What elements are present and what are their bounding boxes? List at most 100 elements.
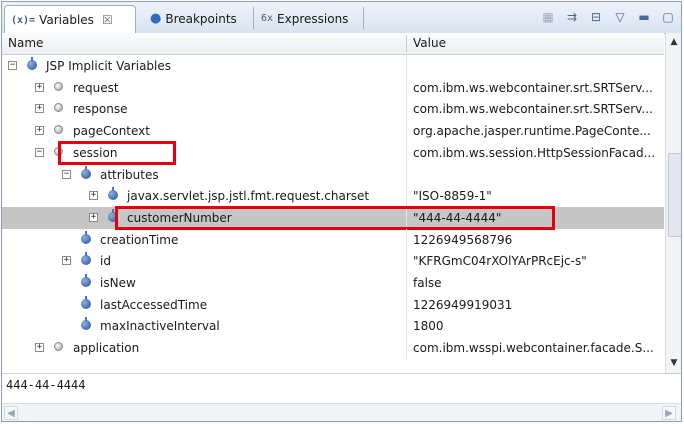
tree-row[interactable]: creationTime 1226949568796 bbox=[2, 229, 664, 251]
tab-variables[interactable]: (x)= Variables ☒ bbox=[4, 5, 136, 34]
variable-name: lastAccessedTime bbox=[100, 298, 208, 312]
tree-row-name-cell: − JSP Implicit Variables bbox=[2, 55, 404, 77]
variables-view: (x)= Variables ☒ ● Breakpoints 6x Expres… bbox=[1, 1, 682, 422]
tree-row[interactable]: + id "KFRGmC04rXOlYArPRcEjc-s" bbox=[2, 250, 664, 272]
collapse-icon[interactable]: − bbox=[8, 61, 17, 70]
breakpoints-icon: ● bbox=[150, 11, 162, 26]
tree-row-name-cell: lastAccessedTime bbox=[2, 294, 404, 316]
expand-icon[interactable]: + bbox=[89, 213, 98, 222]
expand-icon[interactable]: + bbox=[89, 191, 98, 200]
object-icon bbox=[81, 296, 91, 309]
tree-row[interactable]: + response com.ibm.ws.webcontainer.srt.SRT… bbox=[2, 98, 664, 120]
expand-icon[interactable]: + bbox=[62, 256, 71, 265]
object-icon bbox=[108, 187, 118, 200]
protected-field-icon bbox=[54, 342, 63, 351]
object-icon bbox=[81, 274, 91, 287]
tree-row-name-cell: isNew bbox=[2, 272, 404, 294]
variable-name: request bbox=[73, 81, 119, 95]
annotation-highlight-box bbox=[115, 206, 555, 230]
expand-icon[interactable]: + bbox=[35, 83, 44, 92]
variable-value bbox=[411, 55, 663, 77]
tree-row-name-cell: + response bbox=[2, 98, 404, 120]
variable-value: 1226949919031 bbox=[413, 298, 513, 312]
tree-row-name-cell: + javax.servlet.jsp.jstl.fmt.request.char… bbox=[2, 185, 404, 207]
scroll-down-icon[interactable]: ▼ bbox=[668, 356, 680, 370]
tree-row-name-cell: + id bbox=[2, 250, 404, 272]
variable-value: false bbox=[413, 276, 442, 290]
tree-row[interactable]: + application com.ibm.wsspi.webcontainer.f… bbox=[2, 337, 664, 359]
show-type-names-icon[interactable]: ▦ bbox=[539, 8, 557, 26]
detail-value: 444-44-4444 bbox=[6, 378, 86, 392]
variable-name: isNew bbox=[100, 276, 136, 290]
variable-value: "KFRGmC04rXOlYArPRcEjc-s" bbox=[413, 254, 587, 268]
variable-name: JSP Implicit Variables bbox=[46, 59, 172, 73]
close-icon[interactable]: ☒ bbox=[102, 13, 113, 27]
tree-row-name-cell: maxInactiveInterval bbox=[2, 315, 404, 337]
variable-name: creationTime bbox=[100, 233, 179, 247]
scroll-up-icon[interactable]: ▲ bbox=[668, 35, 680, 49]
variable-value: "ISO-8859-1" bbox=[413, 189, 492, 203]
object-icon bbox=[81, 166, 91, 179]
detail-pane[interactable]: 444-44-4444 bbox=[2, 373, 681, 404]
variable-name: maxInactiveInterval bbox=[100, 319, 220, 333]
scroll-left-icon[interactable]: ◀ bbox=[4, 406, 18, 420]
horizontal-scrollbar[interactable]: ◀ ▶ bbox=[2, 403, 681, 421]
variables-tree: − JSP Implicit Variables + request com.ibm.w… bbox=[2, 55, 664, 373]
column-header-name[interactable]: Name bbox=[2, 33, 43, 54]
variable-value: com.ibm.ws.webcontainer.srt.SRTServ... bbox=[413, 102, 653, 116]
variable-name: attributes bbox=[100, 168, 159, 182]
tab-breakpoints-label: Breakpoints bbox=[165, 11, 237, 26]
tree-row[interactable]: + javax.servlet.jsp.jstl.fmt.request.char… bbox=[2, 185, 664, 207]
variable-value: org.apache.jasper.runtime.PageConte... bbox=[413, 124, 651, 138]
variable-name: pageContext bbox=[73, 124, 150, 138]
collapse-icon[interactable]: − bbox=[35, 148, 44, 157]
expand-icon[interactable]: + bbox=[35, 343, 44, 352]
tab-variables-label: Variables bbox=[39, 13, 94, 27]
protected-field-icon bbox=[54, 125, 63, 134]
tree-row[interactable]: + pageContext org.apache.jasper.runtime.Pa… bbox=[2, 120, 664, 142]
variable-value: 1226949568796 bbox=[413, 233, 513, 247]
minimize-icon[interactable]: ▬ bbox=[635, 8, 653, 26]
tree-row[interactable]: lastAccessedTime 1226949919031 bbox=[2, 294, 664, 316]
expand-icon[interactable]: + bbox=[35, 104, 44, 113]
scroll-thumb[interactable] bbox=[668, 153, 681, 237]
tree-row[interactable]: − JSP Implicit Variables bbox=[2, 55, 664, 77]
tree-row[interactable]: isNew false bbox=[2, 272, 664, 294]
tree-row[interactable]: + request com.ibm.ws.webcontainer.srt.SRTS… bbox=[2, 77, 664, 99]
collapse-all-icon[interactable]: ⊟ bbox=[587, 8, 605, 26]
column-header-value[interactable]: Value bbox=[407, 33, 446, 54]
object-icon bbox=[27, 57, 37, 70]
protected-field-icon bbox=[54, 82, 63, 91]
variable-value: com.ibm.ws.webcontainer.srt.SRTServ... bbox=[413, 81, 653, 95]
variable-name: id bbox=[100, 254, 111, 268]
view-tab-bar: (x)= Variables ☒ ● Breakpoints 6x Expres… bbox=[2, 2, 681, 34]
variable-name: javax.servlet.jsp.jstl.fmt.request.chars… bbox=[127, 189, 370, 203]
maximize-icon[interactable]: ▢ bbox=[659, 8, 677, 26]
tab-expressions-label: Expressions bbox=[277, 11, 349, 26]
variable-name: application bbox=[73, 341, 140, 355]
tab-expressions[interactable]: 6x Expressions bbox=[255, 5, 363, 32]
scroll-right-icon[interactable]: ▶ bbox=[662, 406, 676, 420]
expressions-icon: 6x bbox=[261, 13, 274, 24]
variable-value: com.ibm.wsspi.webcontainer.facade.S... bbox=[413, 341, 654, 355]
view-toolbar: ▦ ⇉ ⊟ ▽ ▬ ▢ bbox=[539, 8, 677, 26]
tree-row-name-cell: + request bbox=[2, 77, 404, 99]
expand-icon[interactable]: + bbox=[35, 126, 44, 135]
tab-breakpoints[interactable]: ● Breakpoints bbox=[144, 5, 252, 32]
variable-value bbox=[411, 164, 663, 186]
vertical-scrollbar[interactable]: ▲ ▼ bbox=[665, 33, 681, 373]
tree-row-name-cell: + application bbox=[2, 337, 404, 359]
collapse-icon[interactable]: − bbox=[62, 170, 71, 179]
tree-row[interactable]: − attributes bbox=[2, 164, 664, 186]
show-logical-structure-icon[interactable]: ⇉ bbox=[563, 8, 581, 26]
annotation-highlight-box bbox=[58, 141, 176, 165]
table-header: Name Value bbox=[2, 33, 664, 55]
view-menu-icon[interactable]: ▽ bbox=[611, 8, 629, 26]
tree-row-name-cell: − attributes bbox=[2, 164, 404, 186]
object-icon bbox=[81, 252, 91, 265]
tree-row-name-cell: + pageContext bbox=[2, 120, 404, 142]
variable-name: response bbox=[73, 102, 128, 116]
object-icon bbox=[81, 317, 91, 330]
tree-row[interactable]: maxInactiveInterval 1800 bbox=[2, 315, 664, 337]
object-icon bbox=[81, 231, 91, 244]
